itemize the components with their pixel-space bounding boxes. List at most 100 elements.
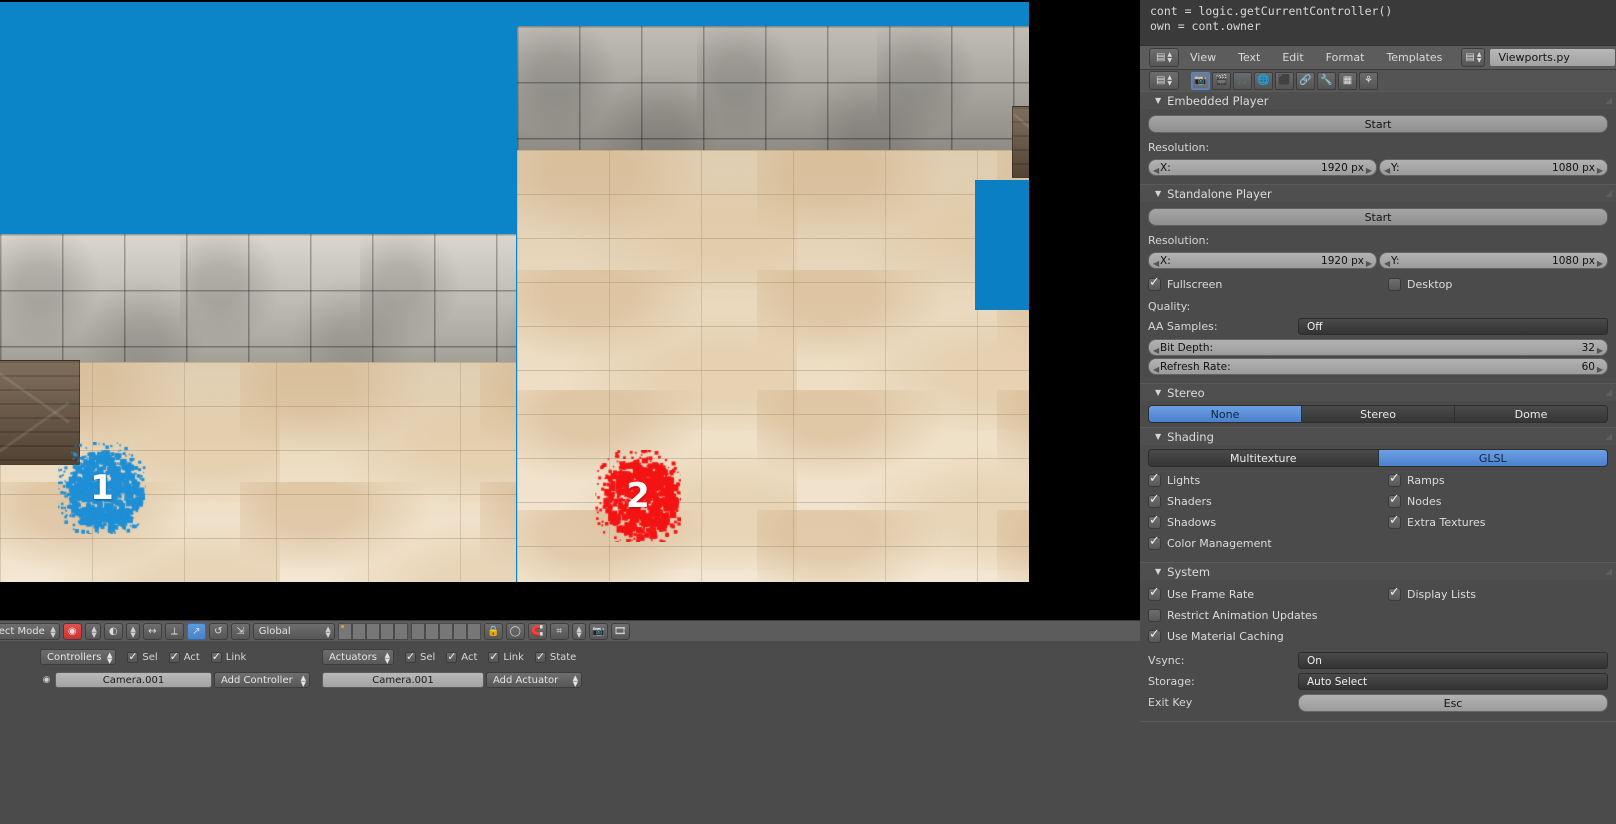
logic-editor[interactable]: Controllers ▲▼ Sel Act Link ◉ Came	[0, 641, 1140, 824]
actuators-filter-state[interactable]: State	[534, 650, 576, 663]
pivot-point-icon[interactable]: ◐	[103, 622, 123, 640]
checkbox-icon[interactable]	[210, 650, 222, 663]
layer-cell[interactable]	[438, 622, 453, 640]
actuators-object-name[interactable]: Camera.001	[322, 672, 484, 688]
add-controller-button[interactable]: Add Controller ▲ ▼	[214, 672, 310, 688]
decrement-arrow-icon[interactable]: ◀	[1384, 163, 1390, 179]
system-check-use-material-caching[interactable]: Use Material Caching	[1148, 626, 1378, 647]
aa-samples-value[interactable]: Off	[1298, 318, 1608, 335]
shading-check-shadows[interactable]: Shadows	[1148, 512, 1378, 533]
manipulator-scale-icon[interactable]: ⇲	[230, 622, 250, 640]
checkbox-icon[interactable]	[488, 650, 500, 663]
text-editor-body[interactable]: cont = logic.getCurrentController() own …	[1140, 0, 1616, 45]
expand-triangle-icon[interactable]: ◉	[40, 675, 53, 685]
menu-view[interactable]: View	[1179, 51, 1227, 64]
checkbox-icon[interactable]	[446, 650, 458, 663]
manipulator-rotate-icon[interactable]: ↺	[208, 622, 228, 640]
viewport-area[interactable]: 1 2	[0, 0, 1140, 620]
layer-cell[interactable]	[337, 622, 352, 640]
script-name-field[interactable]: Viewports.py	[1489, 48, 1616, 67]
decrement-arrow-icon[interactable]: ◀	[1153, 343, 1159, 359]
shading-dropdown[interactable]: ▲ ▼	[84, 622, 101, 640]
fullscreen-checkbox-row[interactable]: Fullscreen	[1148, 274, 1378, 295]
embedded-resolution-x[interactable]: ◀ X: 1920 px ▶	[1148, 159, 1377, 176]
snap-target-icon[interactable]: ⌗	[549, 622, 569, 640]
layer-cell[interactable]	[379, 622, 394, 640]
section-system[interactable]: ▼ System ◢	[1140, 562, 1616, 580]
text-editor-header[interactable]: ▤ ▲ ▼ View Text Edit Format Templates ▤ ▲…	[1140, 45, 1616, 69]
record-icon[interactable]: ◯	[505, 622, 525, 640]
constraints-tab[interactable]: 🔗	[1296, 71, 1315, 90]
stereo-mode-segmented[interactable]: None Stereo Dome	[1148, 405, 1608, 423]
shading-check-color-management[interactable]: Color Management	[1148, 533, 1378, 554]
standalone-start-button[interactable]: Start	[1148, 208, 1608, 226]
shading-check-nodes[interactable]: Nodes	[1388, 491, 1608, 512]
checkbox-icon[interactable]	[127, 650, 139, 663]
controllers-filter-sel[interactable]: Sel	[127, 650, 158, 663]
checkbox-icon[interactable]	[1148, 534, 1161, 550]
controllers-type-dropdown[interactable]: Controllers ▲ ▼	[40, 649, 117, 665]
shading-option-glsl[interactable]: GLSL	[1377, 449, 1608, 467]
shading-check-ramps[interactable]: Ramps	[1388, 470, 1608, 491]
scene-layers-top[interactable]	[337, 622, 408, 640]
viewport-shading-icon[interactable]: ◉	[62, 622, 82, 640]
embedded-resolution-y[interactable]: ◀ Y: 1080 px ▶	[1379, 159, 1608, 176]
collapse-triangle-icon[interactable]: ▼	[1155, 189, 1161, 198]
increment-arrow-icon[interactable]: ▶	[1597, 343, 1603, 359]
decrement-arrow-icon[interactable]: ◀	[1153, 362, 1159, 378]
standalone-resolution-x[interactable]: ◀ X: 1920 px ▶	[1148, 252, 1377, 269]
controllers-filter-link[interactable]: Link	[210, 650, 246, 663]
increment-arrow-icon[interactable]: ▶	[1597, 256, 1603, 272]
checkbox-icon[interactable]	[1148, 513, 1161, 529]
manipulator-translate-icon[interactable]: ↗	[186, 622, 206, 640]
exit-key-value[interactable]: Esc	[1298, 693, 1608, 712]
checkbox-icon[interactable]	[1388, 471, 1401, 487]
decrement-arrow-icon[interactable]: ◀	[1153, 163, 1159, 179]
desktop-checkbox-row[interactable]: Desktop	[1378, 274, 1608, 295]
stereo-option-stereo[interactable]: Stereo	[1301, 405, 1454, 423]
checkbox-icon[interactable]	[1388, 278, 1401, 291]
checkbox-icon[interactable]	[1388, 585, 1401, 601]
decrement-arrow-icon[interactable]: ◀	[1153, 256, 1159, 272]
shading-mode-segmented[interactable]: Multitexture GLSL	[1148, 449, 1608, 467]
checkbox-icon[interactable]	[534, 650, 546, 663]
scene-tab[interactable]: 🎬	[1212, 71, 1231, 90]
controllers-object-name[interactable]: Camera.001	[55, 672, 212, 688]
shading-check-shaders[interactable]: Shaders	[1148, 491, 1378, 512]
embedded-start-button[interactable]: Start	[1148, 115, 1608, 133]
split-view-2[interactable]: 2	[517, 2, 1029, 582]
shading-check-lights[interactable]: Lights	[1148, 470, 1378, 491]
physics-tab[interactable]: ⬛	[1275, 71, 1294, 90]
add-actuator-button[interactable]: Add Actuator ▲ ▼	[486, 672, 582, 688]
scene-layers-bottom[interactable]	[410, 622, 481, 640]
shading-check-extra-textures[interactable]: Extra Textures	[1388, 512, 1608, 533]
checkbox-icon[interactable]	[1148, 492, 1161, 508]
checkbox-icon[interactable]	[1148, 275, 1161, 291]
layer-cell[interactable]	[410, 622, 425, 640]
checkbox-icon[interactable]	[168, 650, 180, 663]
transform-orientation-dropdown[interactable]: Global ▲ ▼	[252, 622, 335, 640]
render-opengl-icon[interactable]: 🎞	[610, 622, 630, 640]
pivot-dropdown[interactable]: ▲ ▼	[125, 622, 140, 640]
checkbox-icon[interactable]	[405, 650, 416, 663]
split-view-1[interactable]: 1	[0, 2, 516, 582]
render-preview-icon[interactable]: 📷	[588, 622, 608, 640]
particles-tab[interactable]: ⚘	[1359, 71, 1378, 90]
actuators-type-dropdown[interactable]: Actuators ▲ ▼	[322, 649, 394, 665]
vsync-value[interactable]: On	[1298, 652, 1608, 669]
system-check-restrict-animation-updates[interactable]: Restrict Animation Updates	[1148, 605, 1378, 626]
system-check-use-frame-rate[interactable]: Use Frame Rate	[1148, 584, 1378, 605]
snap-dropdown[interactable]: ▲ ▼	[571, 622, 586, 640]
stereo-option-dome[interactable]: Dome	[1454, 405, 1608, 423]
game-render-frame[interactable]: 1 2	[0, 2, 1029, 582]
standalone-resolution-y[interactable]: ◀ Y: 1080 px ▶	[1379, 252, 1608, 269]
modifiers-tab[interactable]: 🔧	[1317, 71, 1336, 90]
bit-depth-field[interactable]: ◀ Bit Depth: 32 ▶	[1148, 339, 1608, 356]
increment-arrow-icon[interactable]: ▶	[1597, 362, 1603, 378]
editor-type-dropdown[interactable]: ▤ ▲ ▼	[1149, 48, 1179, 67]
texture-tab[interactable]: ▦	[1338, 71, 1357, 90]
section-standalone-player[interactable]: ▼ Standalone Player ◢	[1140, 184, 1616, 202]
layer-cell[interactable]	[393, 622, 408, 640]
collapse-triangle-icon[interactable]: ▼	[1155, 96, 1161, 105]
checkbox-icon[interactable]	[1148, 609, 1161, 622]
